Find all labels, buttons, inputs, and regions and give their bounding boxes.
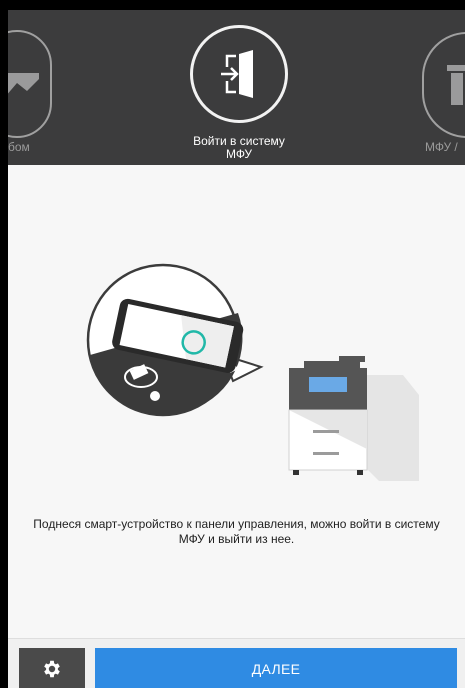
album-mode-button[interactable] [8, 30, 52, 138]
login-mode-button[interactable] [190, 25, 288, 123]
next-button[interactable]: ДАЛЕЕ [95, 648, 457, 688]
mfp-icon [447, 65, 465, 105]
album-mode-label: бом [8, 140, 30, 154]
phone-callout-bubble [86, 263, 264, 417]
instruction-line-1: Поднеся смарт-устройство к панели управл… [33, 517, 440, 531]
mfp-mode-label: МФУ / [425, 140, 458, 154]
main-content [8, 165, 465, 638]
gear-icon [44, 660, 60, 677]
instruction-text: Поднеся смарт-устройство к панели управл… [18, 517, 455, 547]
app-screen: бом Войти в систему МФУ МФУ / Поднеся см… [8, 10, 465, 688]
login-mode-label: Войти в систему МФУ [158, 135, 320, 161]
login-mode-label-line2: МФУ [225, 147, 253, 161]
mfp-printer-illustration [288, 356, 419, 481]
instruction-line-2: МФУ и выйти из нее. [178, 532, 295, 546]
mfp-mode-button[interactable] [422, 32, 465, 138]
nfc-login-illustration [86, 263, 419, 481]
settings-button[interactable] [19, 648, 85, 688]
mode-carousel[interactable]: бом Войти в систему МФУ МФУ / [8, 10, 465, 165]
login-door-icon [221, 50, 253, 98]
image-icon [8, 73, 39, 97]
bottom-bar: ДАЛЕЕ [8, 638, 465, 688]
